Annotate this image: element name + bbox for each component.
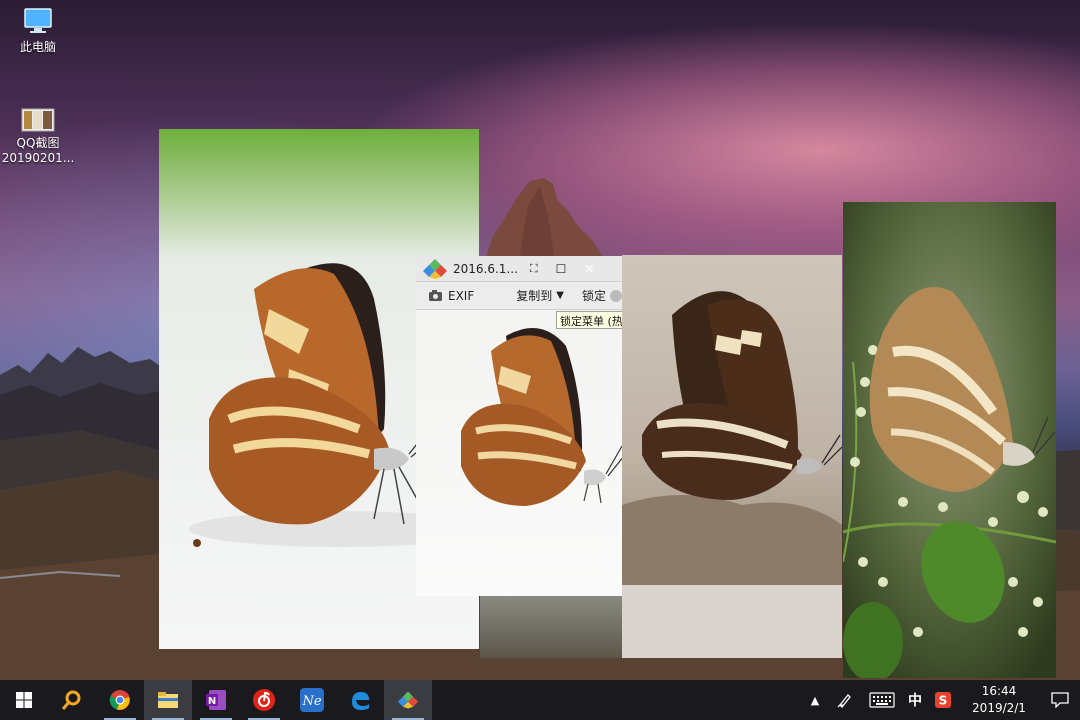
show-hidden-icons-button[interactable]: ▲ bbox=[802, 680, 828, 720]
sogou-icon: S bbox=[935, 692, 951, 708]
computer-icon bbox=[24, 8, 52, 33]
ime-mode-indicator[interactable]: 中 bbox=[902, 680, 928, 720]
desktop-scene-strip bbox=[480, 596, 623, 658]
notification-icon bbox=[1051, 692, 1069, 708]
system-tray: ▲ 中 S 16:44 2019/2/1 bbox=[802, 680, 1080, 720]
diamond-viewer-icon bbox=[397, 691, 419, 709]
svg-text:S: S bbox=[939, 694, 948, 708]
viewer-toolbar: EXIF 复制到 ▼ 锁定 bbox=[416, 282, 624, 310]
butterfly-photo-3 bbox=[622, 255, 842, 658]
action-center-button[interactable] bbox=[1040, 680, 1080, 720]
maximize-icon[interactable]: ☐ bbox=[556, 262, 567, 276]
desktop-icon-label: QQ截图 bbox=[16, 136, 60, 150]
pen-icon bbox=[837, 694, 851, 708]
start-button[interactable] bbox=[0, 680, 48, 720]
taskbar-app-image-viewer[interactable] bbox=[384, 680, 432, 720]
lock-button[interactable]: 锁定 bbox=[582, 287, 622, 304]
photo-window-4[interactable] bbox=[843, 202, 1056, 678]
photo-window-3[interactable] bbox=[622, 255, 842, 658]
desktop-icon-label-line2: 20190201... bbox=[1, 151, 75, 165]
pen-workspace-button[interactable] bbox=[828, 680, 862, 720]
butterfly-photo-4 bbox=[843, 202, 1056, 678]
windows-logo-icon bbox=[16, 692, 32, 708]
lock-label: 锁定 bbox=[581, 289, 606, 303]
copy-to-label: 复制到 bbox=[516, 289, 553, 303]
close-icon[interactable]: ✕ bbox=[584, 262, 594, 276]
taskbar-app-file-explorer[interactable] bbox=[144, 680, 192, 720]
search-icon bbox=[61, 690, 81, 710]
taskbar-app-chrome[interactable] bbox=[96, 680, 144, 720]
rock-formation bbox=[483, 178, 608, 266]
folder-icon bbox=[158, 692, 178, 708]
taskbar-app-ne[interactable]: Ne bbox=[288, 680, 336, 720]
clock-date: 2019/2/1 bbox=[972, 701, 1026, 715]
camera-icon bbox=[429, 290, 442, 301]
exif-label: EXIF bbox=[448, 288, 475, 303]
taskbar: N Ne ▲ 中 S 16:44 2019/2/1 bbox=[0, 680, 1080, 720]
ne-app-icon: Ne bbox=[300, 688, 324, 712]
touch-keyboard-button[interactable] bbox=[862, 680, 902, 720]
desktop-icon-label: 此电脑 bbox=[19, 40, 56, 54]
music-icon bbox=[253, 689, 275, 711]
dropdown-arrow-icon: ▼ bbox=[556, 290, 564, 301]
edge-icon bbox=[352, 692, 369, 710]
taskbar-app-netease-music[interactable] bbox=[240, 680, 288, 720]
taskbar-app-onenote[interactable]: N bbox=[192, 680, 240, 720]
lock-menu-tooltip: 锁定菜单 (热 bbox=[556, 311, 624, 329]
diamond-viewer-icon bbox=[423, 258, 447, 279]
keyboard-icon bbox=[869, 692, 895, 708]
desktop-icon-this-pc[interactable]: 此电脑 bbox=[0, 6, 76, 55]
fit-screen-icon[interactable]: ⛶ bbox=[530, 262, 538, 276]
clock-time: 16:44 bbox=[981, 684, 1017, 698]
image-file-icon bbox=[21, 108, 55, 132]
viewer-title: 2016.6.1... bbox=[453, 261, 518, 276]
clock[interactable]: 16:44 2019/2/1 bbox=[958, 680, 1040, 720]
search-button[interactable] bbox=[48, 680, 96, 720]
taskbar-app-edge[interactable] bbox=[336, 680, 384, 720]
svg-text:N: N bbox=[208, 696, 216, 707]
svg-text:Ne: Ne bbox=[301, 694, 321, 709]
toggle-icon bbox=[609, 289, 622, 302]
chrome-icon bbox=[109, 690, 130, 710]
exif-button[interactable]: EXIF bbox=[428, 289, 474, 303]
copy-to-button[interactable]: 复制到 ▼ bbox=[516, 287, 564, 304]
desktop-icon-qq-screenshot[interactable]: QQ截图 20190201... bbox=[0, 108, 76, 166]
sogou-ime-button[interactable]: S bbox=[928, 680, 958, 720]
onenote-icon: N bbox=[206, 690, 226, 710]
viewer-titlebar[interactable]: 2016.6.1... ⛶ ☐ ✕ bbox=[416, 256, 624, 282]
